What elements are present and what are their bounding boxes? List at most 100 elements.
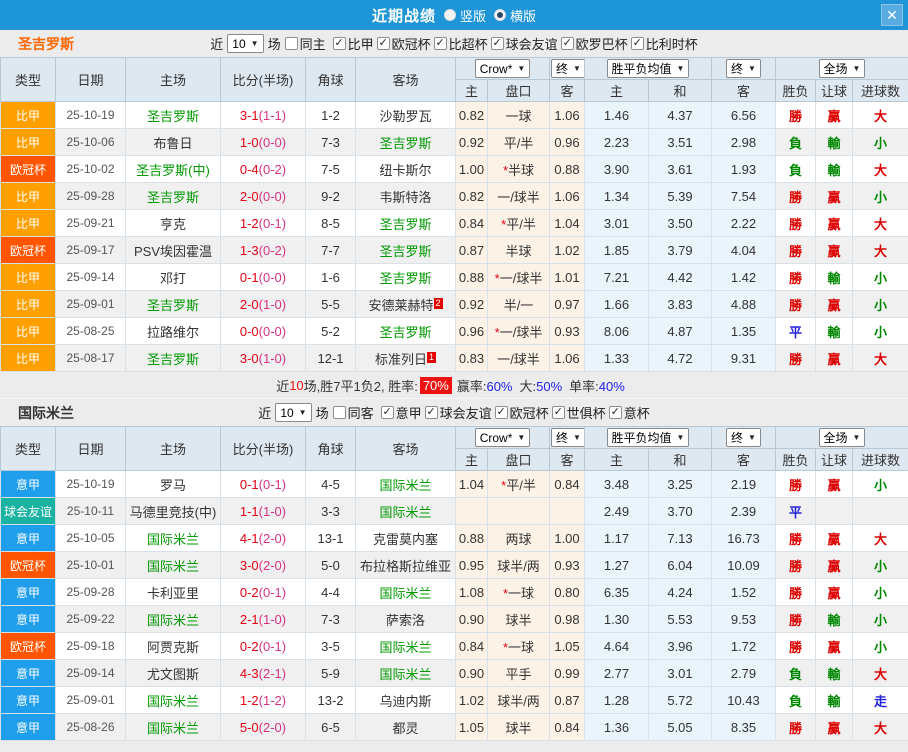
result-cell: 負 [775,659,816,687]
col-handicap-result: 让球 [815,79,853,102]
checkbox-icon [376,37,390,50]
halftime-score: (1-0) [258,296,287,312]
filter-bar: 国际米兰 近 10 ▼ 场 同客 意甲 球会友谊 欧冠杯 世俱 [0,398,908,426]
col-score: 比分(半场) [220,57,306,102]
table-row: 比甲 25-10-19 圣吉罗斯 3-1(1-1) 1-2 沙勒罗瓦 0.82 … [0,101,908,129]
result-cell: 勝 [775,101,816,129]
match-type-badge: 欧冠杯 [0,551,56,579]
recent-results-dialog: 近期战绩 竖版 横版 ✕ 圣吉罗斯 近 10 ▼ 场 同主 ✓ 比甲 ✓ 欧冠杯… [0,0,908,752]
match-type-badge: 比甲 [0,128,56,156]
handicap-value: 半/一 [503,297,534,313]
corner-score: 3-3 [305,497,356,525]
col-home: 主场 [125,426,221,471]
away-team-label: 圣吉罗斯 [379,324,432,340]
final-select-1[interactable]: 终 ▼ [551,428,584,447]
avg-draw-odds: 3.25 [648,470,712,498]
corner-score: 7-5 [305,155,356,183]
league-checkbox[interactable]: 比利时杯 [630,34,698,53]
match-date: 25-09-21 [55,209,126,237]
scope-select[interactable]: 全场 ▼ [818,428,866,447]
away-team-cell: 圣吉罗斯 [355,209,456,237]
handicap-value: 一球 [508,639,535,655]
score-cell: 3-1(1-1) [220,101,306,129]
league-checkbox[interactable]: 比甲 [332,34,374,53]
final-odds-header-2: 终 ▼ [711,57,776,80]
final-select-1[interactable]: 终 ▼ [551,59,584,78]
league-checkbox[interactable]: 欧罗巴杯 [560,34,628,53]
venue-checkbox[interactable]: 同主 [284,34,326,53]
result-cell: 勝 [775,551,816,579]
avg-select[interactable]: 胜平负均值 ▼ [606,428,690,447]
result-cell: 平 [775,497,816,525]
score-cell: 3-0(2-0) [220,551,306,579]
layout-radio-vertical[interactable]: 竖版 [443,6,486,25]
dialog-title: 近期战绩 [371,7,436,25]
chevron-down-icon: ▼ [852,64,861,73]
layout-radio-horizontal[interactable]: 横版 [494,6,536,25]
home-team-cell: 圣吉罗斯(中) [125,155,221,183]
handicap-result-cell: 贏 [815,713,853,741]
handicap-cell [487,497,550,525]
handicap-result-cell: 贏 [815,236,853,264]
avg-draw-odds: 3.83 [648,290,712,318]
handicap-result-cell: 贏 [815,524,853,552]
home-team-cell: 亨克 [125,209,221,237]
away-team-cell: 布拉格斯拉维亚 [355,551,456,579]
goals-result-cell: 大 [851,155,908,183]
league-checkbox[interactable]: 比超杯 [433,34,488,53]
col-home: 主场 [125,57,221,102]
handicap-cell: 球半/两 [487,551,550,579]
unit-label: 场 [267,37,281,52]
goals-result-cell: 大 [851,344,908,372]
scope-select[interactable]: 全场 ▼ [818,59,866,78]
corner-score: 8-5 [305,209,356,237]
avg-select[interactable]: 胜平负均值 ▼ [606,59,690,78]
score-cell: 0-1(0-0) [220,263,306,291]
away-odds: 0.88 [549,155,585,183]
match-count-select[interactable]: 10 ▼ [227,34,264,53]
checkbox-icon [494,406,508,419]
avg-away-odds: 10.09 [711,551,776,579]
venue-checkbox[interactable]: 同客 [332,403,374,422]
league-checkbox[interactable]: 欧冠杯 [376,34,431,53]
match-date: 25-09-28 [55,182,126,210]
table-row: 意甲 25-10-05 国际米兰 4-1(2-0) 13-1 克雷莫内塞 0.8… [0,524,908,552]
fulltime-score: 1-1 [239,503,259,519]
home-team-label: 马德里竞技(中) [129,504,217,520]
final-select-2[interactable]: 终 ▼ [726,59,761,78]
result-cell: 勝 [775,524,816,552]
away-team-cell: 乌迪内斯 [355,686,456,714]
table-row: 欧冠杯 25-10-02 圣吉罗斯(中) 0-4(0-2) 7-5 纽卡斯尔 1… [0,155,908,183]
avg-home-odds: 1.30 [584,605,649,633]
handicap-cell: 一/球半 [487,182,550,210]
match-date: 25-08-26 [55,713,126,741]
chevron-down-icon: ▼ [676,433,685,442]
halftime-score: (2-1) [258,665,287,681]
handicap-cell: 平/半 [487,128,550,156]
league-checkbox[interactable]: 球会友谊 [424,403,492,422]
checkbox-icon [560,37,574,50]
away-odds: 1.05 [549,632,585,660]
avg-draw-odds: 5.39 [648,182,712,210]
score-cell: 5-0(2-0) [220,713,306,741]
match-count-select[interactable]: 10 ▼ [275,403,312,422]
league-checkbox[interactable]: 球会友谊 [490,34,558,53]
home-odds: 0.95 [455,551,488,579]
final-select-2[interactable]: 终 ▼ [726,428,761,447]
league-checkbox[interactable]: 欧冠杯 [494,403,549,422]
home-team-label: 圣吉罗斯 [146,351,199,367]
bookmaker-select[interactable]: Crow* ▼ [474,59,531,78]
avg-away-odds: 1.72 [711,632,776,660]
bookmaker-select[interactable]: Crow* ▼ [474,428,531,447]
close-button[interactable]: ✕ [881,4,903,26]
chevron-down-icon: ▼ [573,433,581,442]
league-checkbox[interactable]: 世俱杯 [551,403,606,422]
handicap-result-cell: 贏 [815,551,853,579]
halftime-score: (1-0) [258,503,287,519]
avg-home-odds: 1.27 [584,551,649,579]
away-team-cell: 安德莱赫特 2 [355,290,456,318]
handicap-value: 一/球半 [497,351,540,367]
league-checkbox[interactable]: 意杯 [608,403,650,422]
league-checkbox[interactable]: 意甲 [380,403,422,422]
corner-score: 6-5 [305,713,356,741]
